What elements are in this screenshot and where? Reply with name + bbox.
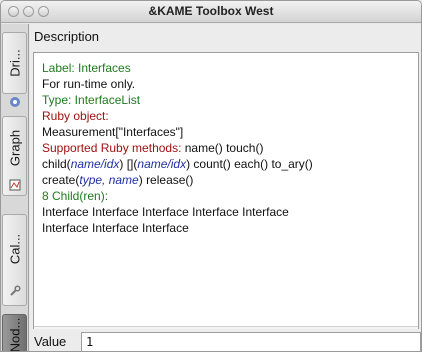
value-field[interactable]: 1	[81, 332, 421, 351]
tab-drivers[interactable]: Dri...	[2, 32, 27, 107]
description-segment: name() touch()	[181, 141, 264, 155]
tab-label: Cal...	[7, 234, 22, 265]
title-bar: &KAME Toolbox West	[1, 1, 421, 23]
description-line: Type: InterfaceList	[42, 92, 414, 108]
description-segment: child(	[42, 157, 71, 171]
description-line: 8 Child(ren):	[42, 188, 414, 204]
tab-nodes[interactable]: Nod...	[2, 314, 27, 352]
tab-label: Dri...	[7, 49, 22, 77]
description-segment: Ruby object:	[42, 109, 109, 123]
description-segment: Supported Ruby methods:	[42, 141, 182, 155]
vertical-tab-bar: Dri... Graph Cal... Nod...	[1, 24, 29, 352]
description-segment: 8 Child(ren):	[42, 189, 109, 203]
wrench-icon	[10, 285, 21, 296]
description-line: For run-time only.	[42, 76, 414, 92]
description-segment: name/idx	[70, 157, 120, 171]
description-segment: ) count() each() to_ary()	[186, 157, 313, 171]
window-title: &KAME Toolbox West	[148, 4, 274, 18]
toolbox-window: &KAME Toolbox West Dri... Graph Cal... N…	[0, 0, 422, 352]
description-segment: Type: InterfaceList	[42, 93, 141, 107]
description-line: Label: Interfaces	[42, 60, 414, 76]
description-panel: Description Label: Interfaces For run-tim…	[30, 24, 421, 351]
tab-graph[interactable]: Graph	[2, 116, 27, 196]
description-header: Description	[34, 29, 100, 44]
description-line: Ruby object:	[42, 108, 414, 124]
description-segment: Interface Interface Interface	[42, 221, 189, 235]
description-line: create(type, name) release()	[42, 172, 414, 188]
description-line: child(name/idx) [](name/idx) count() eac…	[42, 156, 414, 172]
description-segment: create(	[42, 173, 80, 187]
description-segment: Measurement["Interfaces"]	[42, 125, 184, 139]
description-segment: ) release()	[138, 173, 194, 187]
description-segment: type, name	[79, 173, 139, 187]
value-label: Value	[34, 334, 67, 349]
graph-icon	[9, 179, 21, 191]
tab-label: Nod...	[7, 318, 22, 352]
tab-calibration[interactable]: Cal...	[2, 214, 27, 306]
description-textbox[interactable]: Label: Interfaces For run-time only. Type:…	[33, 52, 419, 343]
description-segment: ) [](	[119, 157, 138, 171]
description-segment: Interface Interface Interface Interface …	[42, 205, 289, 219]
description-line: Interface Interface Interface	[42, 220, 414, 236]
tab-label: Graph	[7, 130, 22, 167]
description-segment: For run-time only.	[42, 77, 136, 91]
value-row: Value 1	[30, 329, 421, 351]
description-segment: Label: Interfaces	[42, 61, 131, 75]
description-line: Supported Ruby methods: name() touch()	[42, 140, 414, 156]
description-line: Interface Interface Interface Interface …	[42, 204, 414, 220]
dot-circle-icon	[10, 97, 20, 107]
description-line: Measurement["Interfaces"]	[42, 124, 414, 140]
description-segment: name/idx	[137, 157, 187, 171]
description-text: Label: Interfaces For run-time only. Type:…	[42, 60, 414, 236]
